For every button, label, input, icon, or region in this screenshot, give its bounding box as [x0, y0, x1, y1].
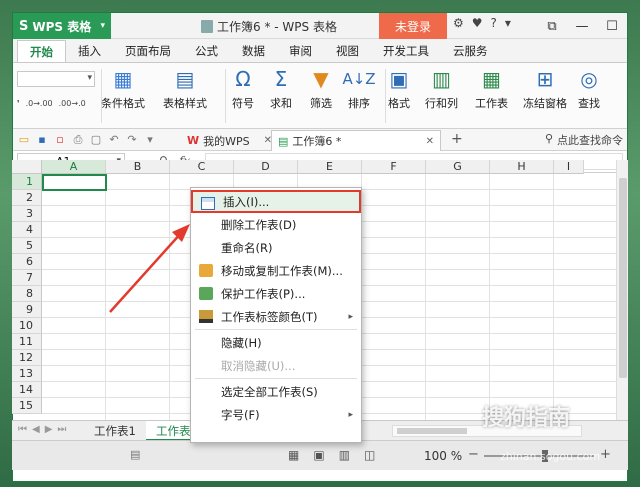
freeze-panes-button[interactable]: ⊞ 冻结窗格: [523, 67, 567, 111]
doc-tab-label: 我的WPS: [203, 134, 250, 148]
tab-developer[interactable]: 开发工具: [371, 40, 441, 62]
conditional-format-button[interactable]: ▦ 条件格式: [101, 67, 145, 111]
worksheet-icon: ▦: [482, 67, 501, 91]
ribbon-separator: [385, 69, 386, 123]
tab-page-layout[interactable]: 页面布局: [113, 40, 183, 62]
title-bar: S WPS 表格 ▾ 工作簿6 * - WPS 表格 未登录 ⚙ ♥ ? ▾ ⧉…: [13, 13, 627, 39]
preview-icon[interactable]: ▢: [89, 133, 103, 147]
filter-button[interactable]: ▼ 筛选: [309, 67, 333, 111]
rows-cols-button[interactable]: ▥ 行和列: [425, 67, 458, 111]
maximize-icon[interactable]: ☐: [597, 13, 627, 39]
decrease-decimal-button[interactable]: .00→.0: [59, 99, 86, 108]
format-icon: ▣: [389, 67, 409, 91]
ribbon-separator: [225, 69, 226, 123]
number-format-group: ❜ .0→.00 .00→.0: [17, 71, 95, 121]
number-format-select[interactable]: [17, 71, 95, 87]
table-style-button[interactable]: ▤ 表格样式: [163, 67, 207, 111]
chevron-down-icon[interactable]: ▾: [505, 16, 511, 30]
menu-tabs: 开始 插入 页面布局 公式 数据 审阅 视图 开发工具 云服务: [13, 39, 627, 63]
help-icon[interactable]: ?: [491, 16, 497, 30]
undo-icon[interactable]: ↶: [107, 133, 121, 147]
conditional-format-icon: ▦: [113, 67, 133, 91]
login-button[interactable]: 未登录: [379, 13, 447, 39]
pdf-icon[interactable]: ▫: [53, 133, 67, 147]
sort-button[interactable]: A↓Z 排序: [342, 67, 376, 111]
omega-icon: Ω: [235, 67, 251, 91]
comma-style-icon[interactable]: ❜: [17, 99, 20, 108]
sort-icon: A↓Z: [342, 70, 376, 88]
command-search[interactable]: ⚲ 点此查找命令: [545, 132, 623, 148]
window-controls: ⧉ — ☐: [537, 13, 627, 39]
sum-button[interactable]: Σ 求和: [269, 67, 293, 111]
wps-window: S WPS 表格 ▾ 工作簿6 * - WPS 表格 未登录 ⚙ ♥ ? ▾ ⧉…: [12, 12, 628, 482]
print-icon[interactable]: ⎙: [71, 133, 85, 147]
tab-home[interactable]: 开始: [17, 40, 66, 62]
wps-logo-icon: S: [19, 18, 29, 34]
new-tab-icon[interactable]: +: [451, 131, 463, 147]
wps-w-icon: W: [187, 134, 200, 147]
worksheet-button[interactable]: ▦ 工作表: [475, 67, 508, 111]
find-button[interactable]: ◎ 查找: [577, 67, 601, 111]
app-menu-button[interactable]: S WPS 表格 ▾: [13, 13, 111, 39]
close-icon[interactable]: ✕: [426, 136, 434, 147]
skin-icon[interactable]: ⚙: [453, 16, 464, 30]
funnel-icon: ▼: [313, 67, 329, 91]
format-button[interactable]: ▣ 格式: [387, 67, 411, 111]
folder-icon[interactable]: ▭: [17, 133, 31, 147]
sigma-icon: Σ: [274, 67, 288, 91]
doc-tab-mywps[interactable]: W 我的WPS ✕: [181, 130, 278, 151]
tab-cloud[interactable]: 云服务: [441, 40, 500, 62]
ribbon: ❜ .0→.00 .00→.0 ▦ 条件格式 ▤ 表格样式 Ω 符号 Σ 求和 …: [13, 63, 627, 129]
chevron-down-icon: ▾: [100, 21, 105, 31]
tab-insert[interactable]: 插入: [66, 40, 113, 62]
find-icon: ◎: [580, 67, 598, 91]
quick-access-bar: ▭ ▪ ▫ ⎙ ▢ ↶ ↷ ▾ W 我的WPS ✕ ▤ 工作簿6 * ✕ + ⚲…: [13, 129, 627, 151]
increase-decimal-button[interactable]: .0→.00: [26, 99, 53, 108]
sheet-doc-icon: ▤: [278, 134, 289, 148]
minimize-icon[interactable]: —: [567, 13, 597, 39]
freeze-icon: ⊞: [536, 67, 554, 91]
tab-formulas[interactable]: 公式: [183, 40, 230, 62]
window-title: 工作簿6 * - WPS 表格: [201, 18, 337, 35]
shirt-icon[interactable]: ♥: [472, 16, 483, 30]
rows-cols-icon: ▥: [432, 67, 451, 91]
command-search-label: 点此查找命令: [557, 134, 623, 147]
doc-tab-workbook6[interactable]: ▤ 工作簿6 * ✕: [271, 130, 441, 151]
formula-bar: A1 ⚲ fx: [13, 151, 627, 173]
chevron-down-icon[interactable]: ▾: [143, 133, 157, 147]
tab-view[interactable]: 视图: [324, 40, 371, 62]
formula-input[interactable]: [205, 153, 623, 170]
redo-icon[interactable]: ↷: [125, 133, 139, 147]
save-icon[interactable]: ▪: [35, 133, 49, 147]
name-box[interactable]: A1: [17, 153, 125, 170]
restore-icon[interactable]: ⧉: [537, 13, 567, 39]
workbook-icon: [201, 20, 213, 33]
tab-data[interactable]: 数据: [230, 40, 277, 62]
table-style-icon: ▤: [175, 67, 195, 91]
tab-review[interactable]: 审阅: [277, 40, 324, 62]
window-title-text: 工作簿6 * - WPS 表格: [217, 20, 337, 34]
title-tools: ⚙ ♥ ? ▾: [453, 16, 511, 30]
app-name: WPS 表格: [32, 19, 92, 34]
doc-tab-label: 工作簿6 *: [292, 135, 342, 148]
magnifier-icon[interactable]: ⚲: [159, 154, 168, 168]
search-icon: ⚲: [544, 132, 553, 145]
symbol-button[interactable]: Ω 符号: [231, 67, 255, 111]
fx-icon[interactable]: fx: [179, 154, 190, 168]
